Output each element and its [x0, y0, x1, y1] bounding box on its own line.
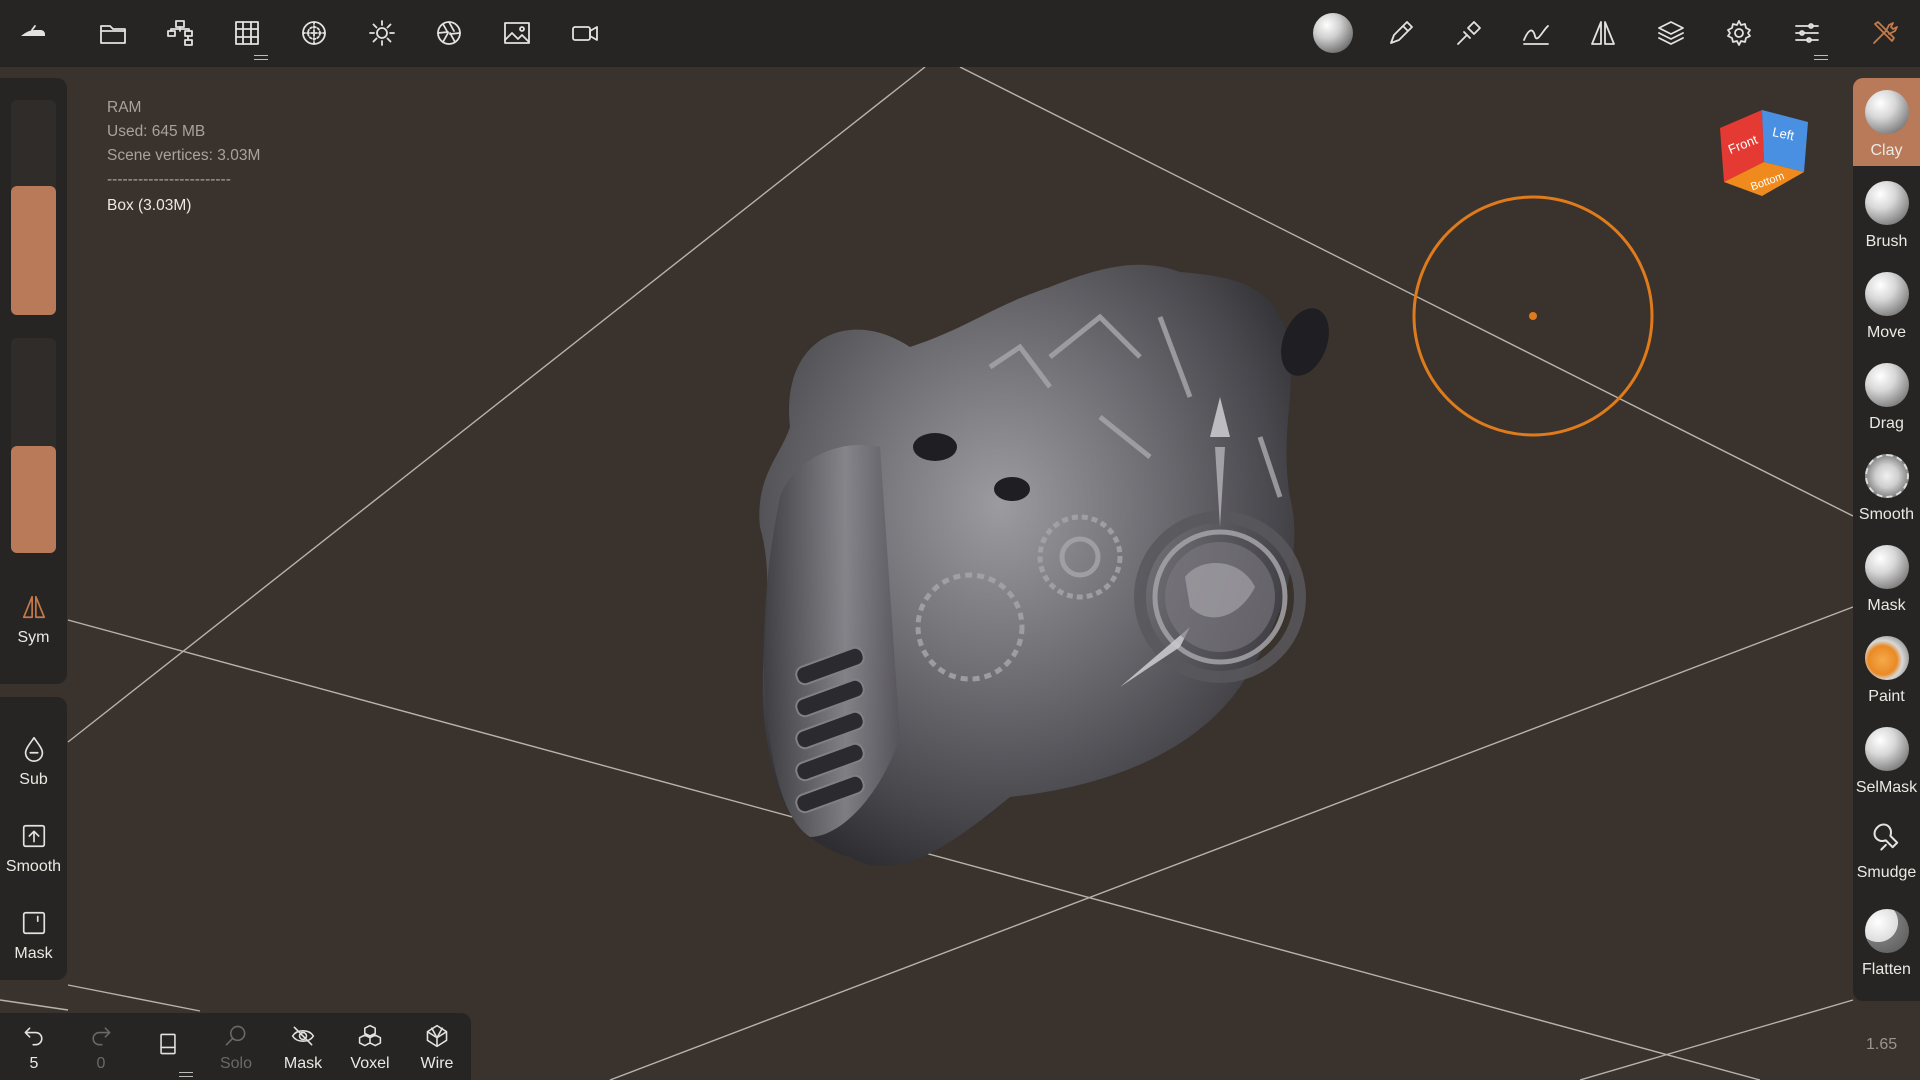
eye-off-icon — [291, 1026, 315, 1046]
top-toolbar — [0, 0, 1920, 67]
move-icon — [1864, 272, 1909, 316]
zoom-readout: 1.65 — [1866, 1036, 1898, 1053]
redo-count: 0 — [96, 1055, 106, 1072]
clay-icon — [1864, 90, 1909, 134]
paint-icon — [1864, 636, 1909, 680]
mask-icon — [1864, 545, 1909, 589]
tool-label: Move — [1866, 324, 1907, 341]
sub-label: Sub — [19, 771, 48, 788]
redo-icon — [92, 1027, 111, 1046]
wireframe-button[interactable]: Wire — [406, 1019, 468, 1079]
light-icon[interactable] — [359, 10, 405, 56]
radius-slider[interactable] — [11, 100, 56, 315]
undo-count: 5 — [29, 1055, 39, 1072]
material-sphere-icon[interactable] — [1310, 10, 1356, 56]
sliders-icon[interactable] — [1784, 10, 1830, 60]
sub-toggle[interactable]: Sub — [0, 735, 67, 789]
ram-separator: ------------------------ — [107, 171, 231, 188]
tool-brush[interactable]: Brush — [1853, 169, 1920, 257]
pen-icon[interactable] — [1378, 10, 1424, 56]
sym-label: Sym — [17, 629, 50, 646]
drag-icon — [1864, 363, 1909, 407]
symmetry-icon[interactable] — [1580, 10, 1626, 56]
voxel-icon — [358, 1024, 382, 1047]
tool-clay[interactable]: Clay — [1853, 78, 1920, 166]
view-cube[interactable]: Front Left Bottom — [1710, 100, 1820, 210]
tool-flatten[interactable]: Flatten — [1853, 897, 1920, 985]
selmask-icon — [1864, 727, 1909, 771]
solo-label: Solo — [219, 1055, 253, 1072]
brush-settings-icon[interactable] — [1446, 10, 1492, 56]
sculpt-tools-panel: Clay Brush Move Drag Smooth Mask Paint S… — [1853, 78, 1920, 1001]
brush-icon — [1864, 181, 1909, 225]
stroke-icon[interactable] — [1513, 10, 1559, 56]
app-logo-icon[interactable] — [10, 10, 56, 56]
undo-button[interactable]: 5 — [3, 1019, 65, 1079]
tool-paint[interactable]: Paint — [1853, 624, 1920, 712]
3d-viewport[interactable] — [0, 67, 1920, 1080]
matcap-icon[interactable] — [291, 10, 337, 56]
tool-move[interactable]: Move — [1853, 260, 1920, 348]
tool-smudge[interactable]: Smudge — [1853, 806, 1920, 894]
redo-button[interactable]: 0 — [70, 1019, 132, 1079]
smooth-label: Smooth — [5, 858, 62, 875]
tool-label: SelMask — [1855, 779, 1918, 796]
symmetry-toggle[interactable]: Sym — [0, 593, 67, 647]
history-menu-button[interactable] — [137, 1019, 199, 1079]
smooth-toggle[interactable]: Smooth — [0, 822, 67, 876]
flatten-icon — [1864, 909, 1909, 953]
intensity-slider-fill — [11, 445, 56, 553]
object-entry[interactable]: Box (3.03M) — [107, 194, 260, 218]
tool-label: Flatten — [1862, 961, 1911, 978]
left-slider-panel: Sym — [0, 78, 67, 684]
tool-label: Smooth — [1858, 506, 1915, 523]
image-icon[interactable] — [494, 10, 540, 56]
tool-label: Mask — [1867, 597, 1906, 614]
scene-vertices: Scene vertices: 3.03M — [107, 147, 261, 164]
tool-label: Brush — [1865, 233, 1908, 250]
left-tool-panel: Sub Smooth Mask — [0, 697, 67, 980]
ram-info: RAM Used: 645 MB Scene vertices: 3.03M -… — [107, 96, 260, 218]
upload-box-icon — [22, 824, 45, 848]
document-icon — [160, 1033, 176, 1055]
tool-drag[interactable]: Drag — [1853, 351, 1920, 439]
layers-icon[interactable] — [1648, 10, 1694, 56]
undo-icon — [24, 1027, 43, 1046]
sculpt-model[interactable] — [720, 197, 1380, 917]
bottom-toolbar: 5 0 Solo Mask Voxel Wire — [0, 1013, 471, 1080]
mask-box-icon — [22, 911, 45, 935]
mask-visibility-label: Mask — [283, 1055, 323, 1072]
search-icon — [225, 1025, 246, 1046]
mask-label: Mask — [14, 945, 53, 962]
radius-slider-fill — [11, 186, 56, 315]
wireframe-icon — [426, 1024, 448, 1048]
grid-icon[interactable] — [224, 10, 270, 60]
mask-toggle[interactable]: Mask — [0, 909, 67, 963]
tool-selmask[interactable]: SelMask — [1853, 715, 1920, 803]
tool-label: Drag — [1869, 415, 1904, 432]
tool-label: Paint — [1868, 688, 1905, 705]
intensity-slider[interactable] — [11, 338, 56, 553]
tools-icon[interactable] — [1861, 10, 1907, 56]
brush-cursor — [1412, 195, 1654, 437]
ram-title: RAM — [107, 99, 142, 116]
voxel-label: Voxel — [350, 1055, 390, 1072]
tool-label: Clay — [1870, 142, 1903, 159]
camera-shutter-icon[interactable] — [426, 10, 472, 56]
voxel-button[interactable]: Voxel — [339, 1019, 401, 1079]
folder-icon[interactable] — [90, 10, 136, 56]
smooth-icon — [1864, 454, 1909, 498]
smudge-icon — [1873, 823, 1898, 851]
wireframe-label: Wire — [420, 1055, 454, 1072]
tool-mask[interactable]: Mask — [1853, 533, 1920, 621]
drop-icon — [24, 736, 43, 762]
tool-label: Smudge — [1856, 864, 1917, 881]
scene-tree-icon[interactable] — [157, 10, 203, 56]
video-icon[interactable] — [562, 10, 608, 56]
ram-used: Used: 645 MB — [107, 123, 206, 140]
solo-button[interactable]: Solo — [205, 1019, 267, 1079]
tool-smooth[interactable]: Smooth — [1853, 442, 1920, 530]
settings-icon[interactable] — [1716, 10, 1762, 56]
mask-visibility-button[interactable]: Mask — [272, 1019, 334, 1079]
